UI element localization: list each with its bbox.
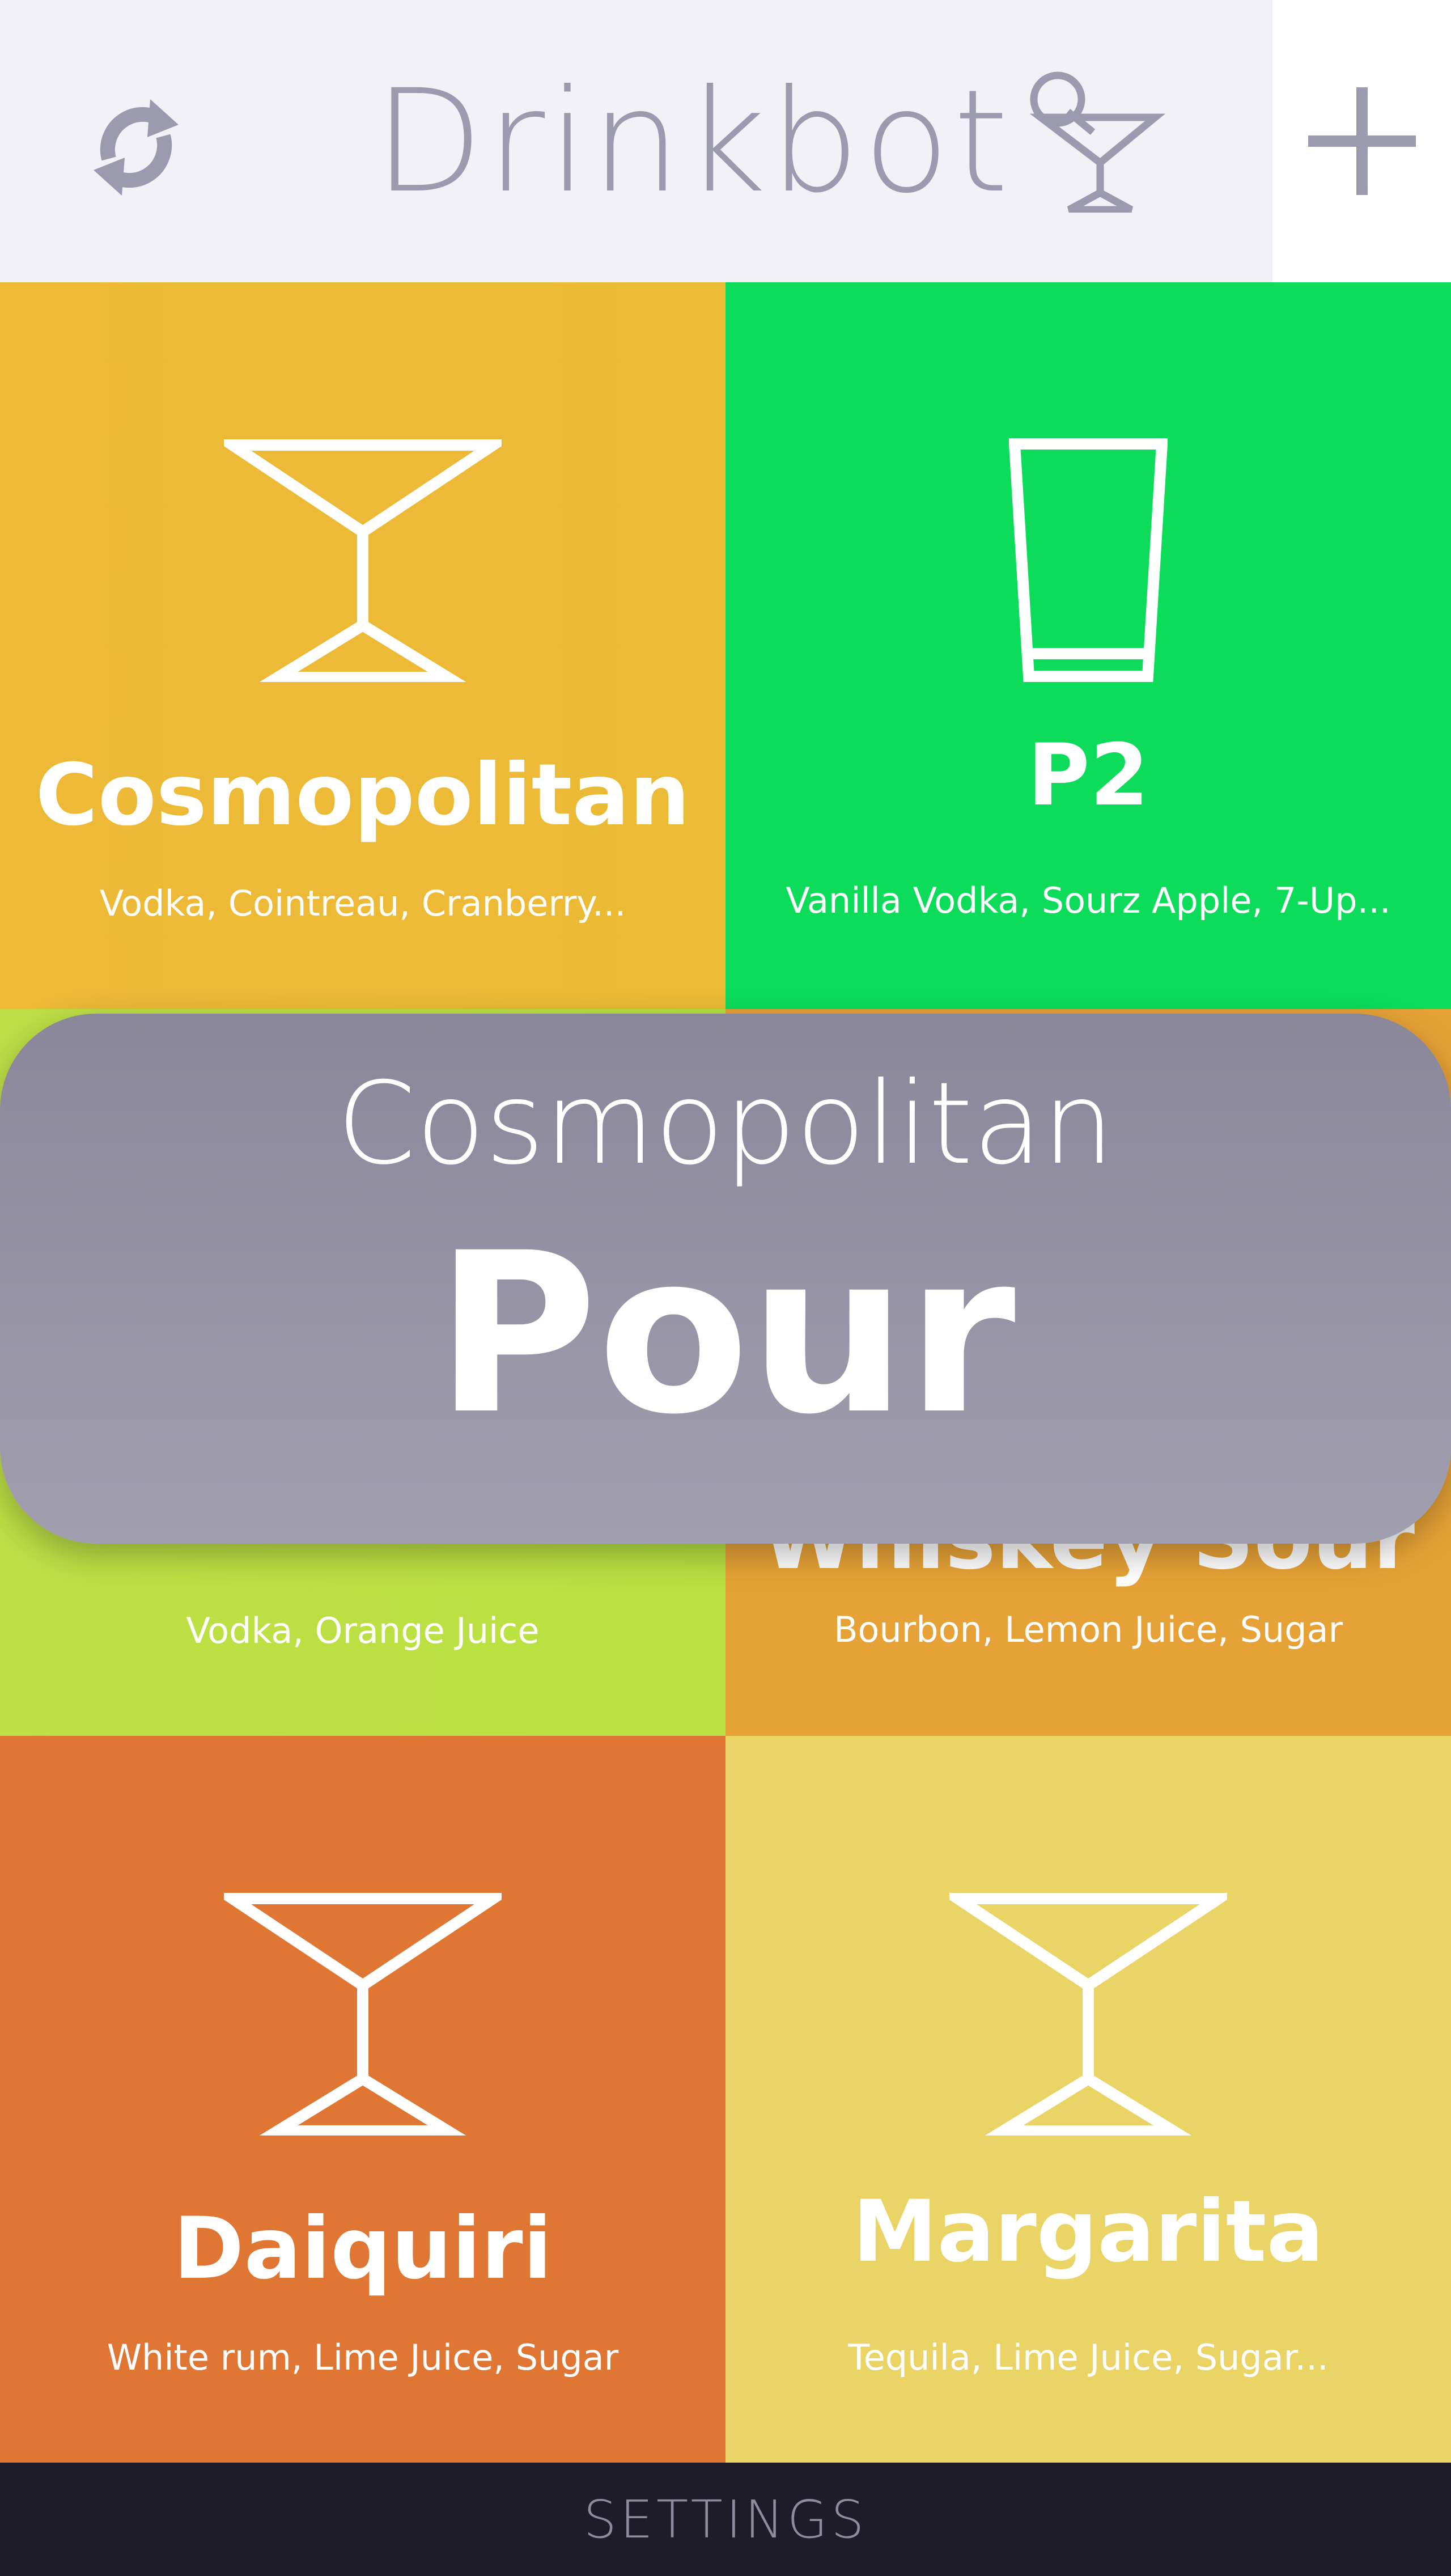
drink-name: Cosmopolitan (35, 746, 690, 845)
settings-label: SETTINGS (583, 2489, 868, 2550)
cocktail-glass-icon (1029, 71, 1165, 213)
settings-button[interactable]: SETTINGS (0, 2463, 1451, 2576)
drink-name: Daiquiri (173, 2200, 553, 2298)
drink-ingredients: Vanilla Vodka, Sourz Apple, 7-Up... (786, 880, 1391, 921)
martini-glass-icon (224, 1893, 502, 2136)
refresh-button[interactable] (68, 79, 204, 215)
drink-ingredients: Vodka, Cointreau, Cranberry... (99, 883, 626, 924)
drink-tile-cosmopolitan[interactable]: Cosmopolitan Vodka, Cointreau, Cranberry… (0, 282, 726, 1009)
martini-glass-icon (949, 1893, 1227, 2136)
drinkbot-app: Drinkbot Cosmopolitan Vodka, Cointreau, … (0, 0, 1451, 2576)
drink-tile-daiquiri[interactable]: Daiquiri White rum, Lime Juice, Sugar (0, 1736, 726, 2463)
app-logo: Drinkbot (374, 62, 1165, 221)
martini-glass-icon (224, 439, 502, 682)
add-drink-button[interactable] (1272, 0, 1451, 282)
drink-name: P2 (1027, 726, 1149, 825)
drink-name: Margarita (852, 2183, 1324, 2281)
pour-button[interactable]: Cosmopolitan Pour (0, 1014, 1451, 1544)
pour-label: Pour (435, 1205, 1016, 1463)
drink-ingredients: Bourbon, Lemon Juice, Sugar (833, 1609, 1343, 1650)
highball-glass-icon (1009, 438, 1168, 682)
app-title: Drinkbot (374, 59, 1012, 224)
pour-drink-name: Cosmopolitan (337, 1058, 1114, 1190)
drink-ingredients: Vodka, Orange Juice (186, 1610, 540, 1651)
refresh-icon (94, 99, 179, 196)
app-header: Drinkbot (0, 0, 1451, 282)
drink-tile-p2[interactable]: P2 Vanilla Vodka, Sourz Apple, 7-Up... (726, 282, 1451, 1009)
drink-tile-margarita[interactable]: Margarita Tequila, Lime Juice, Sugar... (726, 1736, 1451, 2463)
plus-icon (1308, 87, 1416, 195)
drink-ingredients: Tequila, Lime Juice, Sugar... (848, 2337, 1329, 2378)
drink-ingredients: White rum, Lime Juice, Sugar (107, 2337, 619, 2378)
